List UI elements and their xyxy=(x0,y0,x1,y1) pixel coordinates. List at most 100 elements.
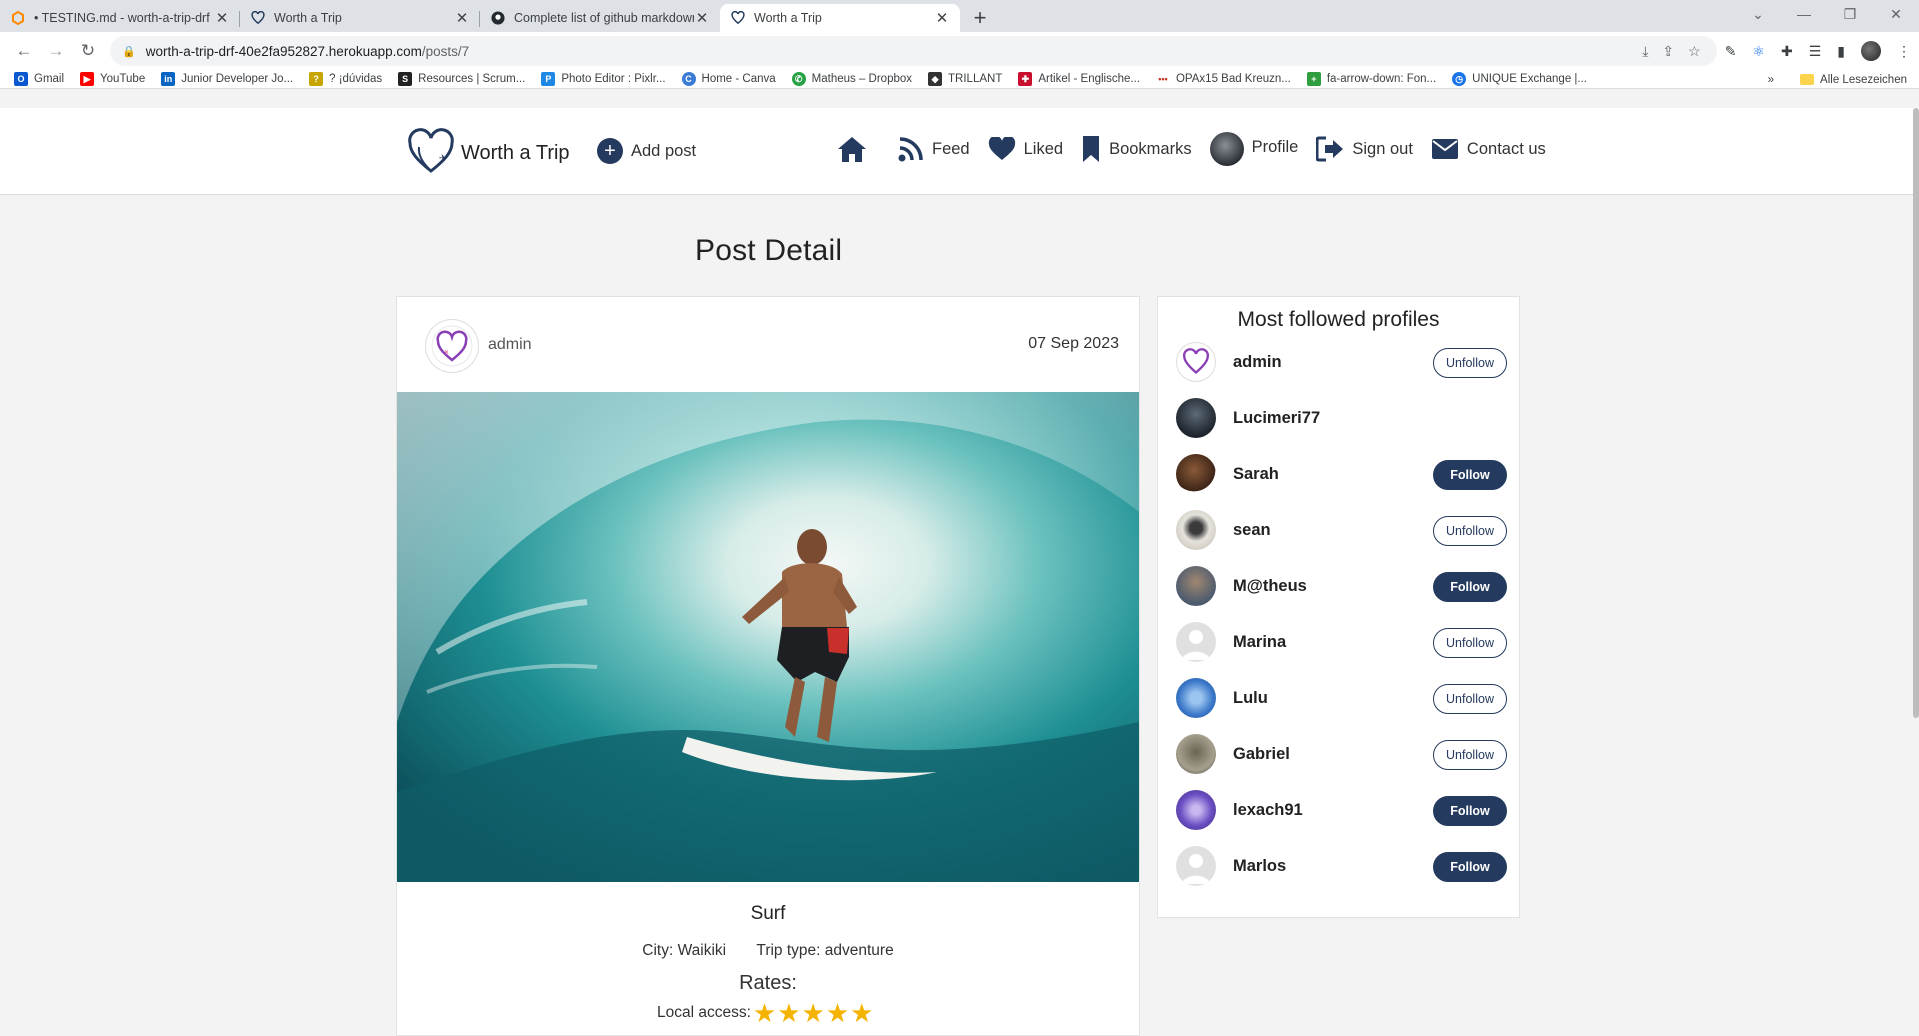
browser-tab[interactable]: Complete list of github markdown ✕ xyxy=(480,4,720,32)
profile-name[interactable]: lexach91 xyxy=(1233,801,1303,820)
restore-icon[interactable]: ❐ xyxy=(1827,0,1873,28)
forward-icon[interactable]: → xyxy=(40,35,72,67)
url-text: worth-a-trip-drf-40e2fa952827.herokuapp.… xyxy=(146,44,1642,59)
sign-out-link[interactable]: Sign out xyxy=(1316,136,1413,162)
address-bar[interactable]: 🔒 worth-a-trip-drf-40e2fa952827.herokuap… xyxy=(110,36,1717,66)
bookmark-youtube[interactable]: ▶ YouTube xyxy=(80,72,145,86)
avatar[interactable] xyxy=(1176,790,1216,830)
follow-button[interactable]: Follow xyxy=(1433,572,1507,602)
browser-tab[interactable]: Worth a Trip ✕ xyxy=(240,4,480,32)
envelope-icon xyxy=(1431,139,1458,159)
avatar[interactable] xyxy=(1176,342,1216,382)
install-icon[interactable]: ⤓ xyxy=(1642,43,1648,60)
reading-list-icon[interactable]: ☰ xyxy=(1809,43,1822,60)
profile-name[interactable]: admin xyxy=(1233,353,1282,372)
close-tab-icon[interactable]: ✕ xyxy=(934,9,950,27)
feed-label: Feed xyxy=(932,139,970,158)
tab-search-icon[interactable]: ⌄ xyxy=(1735,0,1781,28)
reload-icon[interactable]: ↻ xyxy=(72,35,104,67)
brand-link[interactable]: ✈ Worth a Trip xyxy=(405,125,570,182)
bookmark-gmail[interactable]: O Gmail xyxy=(14,72,64,86)
bookmark-duvidas[interactable]: ? ? ¡dúvidas xyxy=(309,72,382,86)
profile-link[interactable]: Profile xyxy=(1209,132,1298,166)
more-bookmarks-icon[interactable]: » xyxy=(1768,74,1774,86)
bookmark-fontawesome[interactable]: + fa-arrow-down: Fon... xyxy=(1306,72,1436,86)
follow-button[interactable]: Follow xyxy=(1433,796,1507,826)
close-tab-icon[interactable]: ✕ xyxy=(214,9,230,27)
avatar[interactable] xyxy=(1176,566,1216,606)
unfollow-button[interactable]: Unfollow xyxy=(1433,348,1507,378)
back-icon[interactable]: ← xyxy=(8,35,40,67)
profile-row: M@theus Follow xyxy=(1158,558,1519,614)
page-scrollbar[interactable] xyxy=(1913,108,1919,718)
profile-name[interactable]: Lulu xyxy=(1233,689,1268,708)
minimize-icon[interactable]: — xyxy=(1781,0,1827,28)
default-user-icon xyxy=(1182,630,1210,660)
heart-icon xyxy=(988,137,1015,160)
follow-button[interactable]: Follow xyxy=(1433,460,1507,490)
profile-row: Marlos Follow xyxy=(1158,838,1519,894)
bookmark-artikel[interactable]: ✚ Artikel - Englische... xyxy=(1018,72,1140,86)
avatar[interactable] xyxy=(1176,454,1216,494)
unfollow-button[interactable]: Unfollow xyxy=(1433,628,1507,658)
bookmark-linkedin[interactable]: in Junior Developer Jo... xyxy=(161,72,293,86)
heart-logo-icon xyxy=(730,11,745,26)
avatar[interactable] xyxy=(1176,678,1216,718)
side-panel-icon[interactable]: ▮ xyxy=(1837,43,1845,60)
bookmark-star-icon[interactable]: ☆ xyxy=(1688,43,1701,60)
home-link[interactable] xyxy=(836,135,876,163)
profile-name[interactable]: Marina xyxy=(1233,633,1286,652)
profile-name[interactable]: Gabriel xyxy=(1233,745,1290,764)
feed-link[interactable]: Feed xyxy=(898,136,970,162)
eyedropper-extension-icon[interactable]: ✎ xyxy=(1725,43,1737,60)
close-tab-icon[interactable]: ✕ xyxy=(454,9,470,27)
browser-profile-avatar[interactable] xyxy=(1861,41,1881,61)
profile-name[interactable]: Marlos xyxy=(1233,857,1286,876)
lock-icon[interactable]: 🔒 xyxy=(122,45,136,58)
bookmarks-link[interactable]: Bookmarks xyxy=(1081,135,1192,163)
contact-link[interactable]: Contact us xyxy=(1431,138,1546,160)
github-icon xyxy=(490,11,505,26)
bookmark-trillant[interactable]: ◆ TRILLANT xyxy=(928,72,1002,86)
profile-row: admin Unfollow xyxy=(1158,334,1519,390)
author-avatar[interactable]: ✕ xyxy=(425,319,479,373)
bookmark-label: TRILLANT xyxy=(948,73,1003,85)
liked-link[interactable]: Liked xyxy=(988,137,1063,161)
share-icon[interactable]: ⇪ xyxy=(1662,43,1674,60)
browser-tab-active[interactable]: Worth a Trip ✕ xyxy=(720,4,960,32)
unfollow-button[interactable]: Unfollow xyxy=(1433,684,1507,714)
profile-name[interactable]: sean xyxy=(1233,521,1271,540)
avatar[interactable] xyxy=(1176,398,1216,438)
profile-name[interactable]: M@theus xyxy=(1233,577,1307,596)
author-name[interactable]: admin xyxy=(488,336,532,354)
unfollow-button[interactable]: Unfollow xyxy=(1433,740,1507,770)
bookmark-dropbox[interactable]: ✆ Matheus – Dropbox xyxy=(791,72,912,86)
avatar[interactable] xyxy=(1176,622,1216,662)
bookmark-scrum[interactable]: S Resources | Scrum... xyxy=(398,72,525,86)
follow-button[interactable]: Follow xyxy=(1433,852,1507,882)
extensions-puzzle-icon[interactable]: ✚ xyxy=(1781,43,1793,60)
browser-menu-icon[interactable]: ⋮ xyxy=(1897,43,1911,60)
avatar[interactable] xyxy=(1176,846,1216,886)
unfollow-button[interactable]: Unfollow xyxy=(1433,516,1507,546)
bookmark-pixlr[interactable]: P Photo Editor : Pixlr... xyxy=(541,72,666,86)
canva-icon: C xyxy=(681,72,696,86)
post-meta: City: Waikiki Trip type: adventure xyxy=(397,942,1139,960)
close-tab-icon[interactable]: ✕ xyxy=(694,9,710,27)
all-bookmarks-folder[interactable]: Alle Lesezeichen xyxy=(1800,74,1907,86)
bookmark-opax[interactable]: ••• OPAx15 Bad Kreuzn... xyxy=(1156,72,1291,86)
add-post-link[interactable]: + Add post xyxy=(597,138,696,164)
browser-tab[interactable]: • TESTING.md - worth-a-trip-drf ✕ xyxy=(0,4,240,32)
avatar[interactable] xyxy=(1176,734,1216,774)
new-tab-button[interactable]: + xyxy=(966,4,994,32)
profile-name[interactable]: Sarah xyxy=(1233,465,1279,484)
bookmark-unique[interactable]: ◷ UNIQUE Exchange |... xyxy=(1452,72,1587,86)
bookmark-canva[interactable]: C Home - Canva xyxy=(681,72,776,86)
outlook-icon: O xyxy=(14,72,28,86)
heart-logo-icon: ✈ xyxy=(405,125,457,182)
close-window-icon[interactable]: ✕ xyxy=(1873,0,1919,28)
avatar[interactable] xyxy=(1176,510,1216,550)
profile-name[interactable]: Lucimeri77 xyxy=(1233,409,1320,428)
react-extension-icon[interactable]: ⚛ xyxy=(1752,43,1765,60)
plus-circle-icon: + xyxy=(597,138,623,164)
